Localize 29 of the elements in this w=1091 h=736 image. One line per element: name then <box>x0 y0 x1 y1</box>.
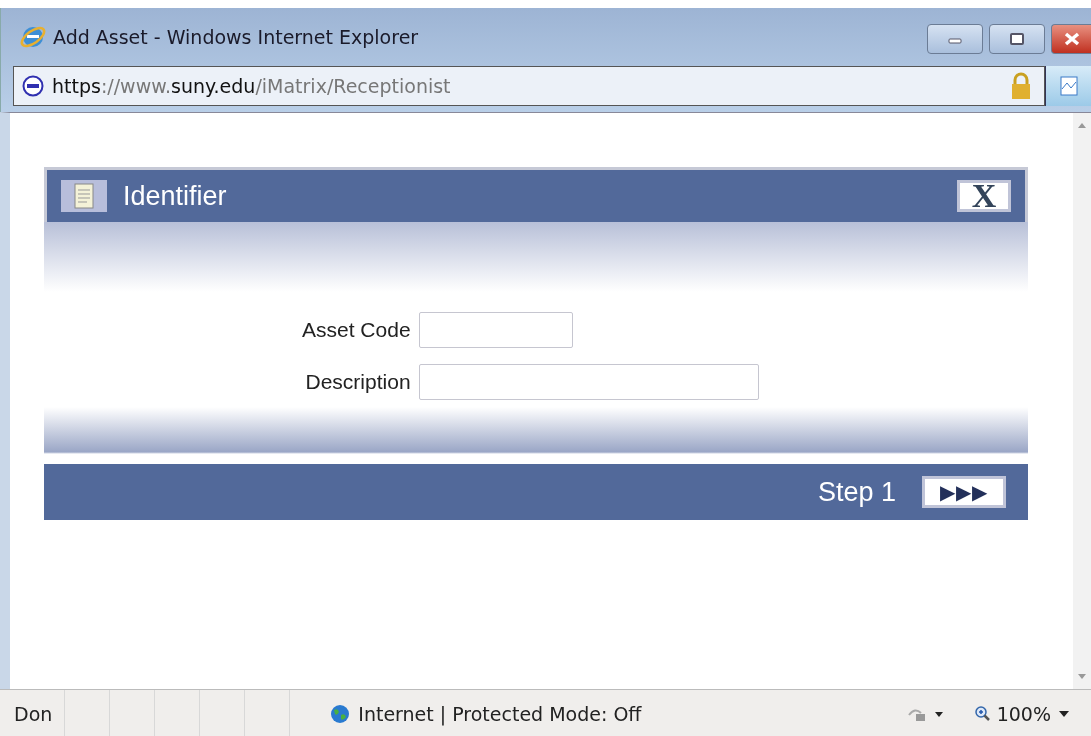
field-label: Description <box>304 370 411 394</box>
scrollbar[interactable] <box>1073 113 1091 689</box>
scroll-down-icon[interactable] <box>1077 673 1087 681</box>
caret-icon <box>1057 709 1071 718</box>
zone-text: Internet | Protected Mode: Off <box>358 702 642 725</box>
close-button[interactable] <box>1051 24 1091 54</box>
document-icon <box>61 180 107 212</box>
zoom-icon <box>974 705 991 722</box>
close-icon <box>1062 32 1081 46</box>
globe-icon <box>330 703 351 724</box>
lock-icon <box>1010 72 1032 100</box>
next-button[interactable]: ▶▶▶ <box>922 476 1006 508</box>
field-label: Asset Code <box>302 318 411 342</box>
close-button[interactable]: X <box>957 180 1011 212</box>
input-field[interactable] <box>418 312 573 348</box>
maximize-button[interactable] <box>989 24 1045 54</box>
maximize-icon <box>1008 32 1026 46</box>
zoom-dropdown[interactable]: 100% <box>974 702 1071 725</box>
address-field[interactable]: https://www.suny.edu/iMatrix/Receptionist <box>13 66 1045 106</box>
url-text: https://www.suny.edu/iMatrix/Receptionist <box>52 75 451 97</box>
window-title: Add Asset - Windows Internet Explorer <box>53 26 420 48</box>
input-field[interactable] <box>418 364 759 400</box>
minimize-button[interactable] <box>927 24 983 54</box>
status-text: Don <box>0 690 66 736</box>
page-icon[interactable] <box>1045 66 1091 106</box>
site-icon <box>22 75 44 97</box>
step-label: Step 1 <box>817 476 896 508</box>
dialog-title: Identifier <box>123 180 228 212</box>
scroll-up-icon[interactable] <box>1077 121 1087 129</box>
